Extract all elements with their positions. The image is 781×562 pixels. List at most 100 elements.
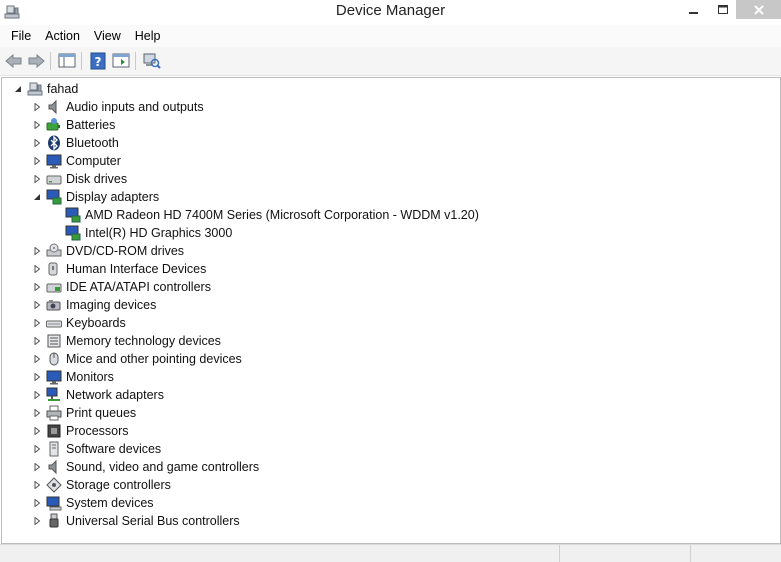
status-bar	[0, 544, 781, 562]
status-pane	[559, 545, 691, 562]
help-button[interactable]: ?	[88, 51, 108, 71]
tree-item-label: Computer	[66, 154, 121, 168]
svg-text:?: ?	[95, 55, 102, 69]
tree-item-processors[interactable]: Processors	[31, 422, 129, 440]
tree-item-label: Monitors	[66, 370, 114, 384]
menu-file[interactable]: File	[0, 25, 38, 47]
close-button[interactable]	[736, 0, 781, 19]
device-tree[interactable]: fahad Audio inputs and outputs Batteries…	[1, 77, 781, 544]
expand-triangle-icon[interactable]	[31, 174, 42, 185]
expand-triangle-icon[interactable]	[31, 120, 42, 131]
expand-triangle-icon[interactable]	[31, 282, 42, 293]
tree-item-batteries[interactable]: Batteries	[31, 116, 115, 134]
expand-triangle-icon[interactable]	[31, 300, 42, 311]
window-title: Device Manager	[335, 2, 446, 19]
tree-root-label: fahad	[47, 82, 79, 96]
toolbar-separator	[135, 52, 136, 70]
expand-triangle-icon[interactable]	[31, 354, 42, 365]
storage-controller-icon	[46, 477, 62, 493]
tree-item-label: Intel(R) HD Graphics 3000	[85, 226, 233, 240]
status-pane	[690, 545, 781, 562]
help-icon: ?	[90, 52, 106, 70]
scan-hardware-changes-button[interactable]	[142, 51, 162, 71]
tree-item-memory-technology-devices[interactable]: Memory technology devices	[31, 332, 221, 350]
tree-item-system-devices[interactable]: System devices	[31, 494, 154, 512]
back-arrow-icon	[5, 53, 22, 69]
expand-triangle-icon[interactable]	[31, 480, 42, 491]
tree-item-monitors[interactable]: Monitors	[31, 368, 114, 386]
expand-triangle-icon[interactable]	[31, 336, 42, 347]
expand-triangle-icon[interactable]	[31, 426, 42, 437]
hid-icon	[46, 261, 62, 277]
speaker-icon	[46, 459, 62, 475]
tree-item-label: Network adapters	[66, 388, 164, 402]
show-hide-console-tree-button[interactable]	[57, 51, 77, 71]
action-pane-icon	[112, 53, 130, 68]
expand-triangle-icon[interactable]	[31, 462, 42, 473]
disk-drive-icon	[46, 171, 62, 187]
show-hide-action-pane-button[interactable]	[111, 51, 131, 71]
menu-help[interactable]: Help	[128, 25, 168, 47]
expand-triangle-icon[interactable]	[31, 408, 42, 419]
tree-item-label: Human Interface Devices	[66, 262, 207, 276]
tree-item-mice-and-pointing-devices[interactable]: Mice and other pointing devices	[31, 350, 242, 368]
collapse-triangle-icon[interactable]	[31, 192, 42, 203]
expand-triangle-icon[interactable]	[31, 516, 42, 527]
tree-item-amd-radeon-hd-7400m[interactable]: AMD Radeon HD 7400M Series (Microsoft Co…	[65, 206, 479, 224]
tree-item-label: Storage controllers	[66, 478, 171, 492]
forward-button[interactable]	[26, 51, 46, 71]
back-button[interactable]	[4, 51, 24, 71]
tree-item-print-queues[interactable]: Print queues	[31, 404, 136, 422]
display-adapter-icon	[65, 225, 81, 241]
expand-triangle-icon[interactable]	[31, 372, 42, 383]
tree-item-label: Sound, video and game controllers	[66, 460, 260, 474]
tree-item-sound-video-game-controllers[interactable]: Sound, video and game controllers	[31, 458, 259, 476]
tree-item-label: Keyboards	[66, 316, 126, 330]
tree-item-ide-ata-atapi-controllers[interactable]: IDE ATA/ATAPI controllers	[31, 278, 211, 296]
expand-triangle-icon[interactable]	[31, 444, 42, 455]
tree-item-human-interface-devices[interactable]: Human Interface Devices	[31, 260, 206, 278]
tree-root-computer[interactable]: fahad	[12, 80, 78, 98]
bluetooth-icon	[46, 135, 62, 151]
tree-item-intel-hd-graphics-3000[interactable]: Intel(R) HD Graphics 3000	[65, 224, 232, 242]
expand-triangle-icon[interactable]	[31, 102, 42, 113]
expand-triangle-icon[interactable]	[31, 264, 42, 275]
tree-item-computer[interactable]: Computer	[31, 152, 121, 170]
expand-triangle-icon[interactable]	[31, 498, 42, 509]
tree-item-label: Batteries	[66, 118, 116, 132]
mouse-icon	[46, 351, 62, 367]
tree-item-audio-inputs-and-outputs[interactable]: Audio inputs and outputs	[31, 98, 204, 116]
tree-item-label: Universal Serial Bus controllers	[66, 514, 240, 528]
tree-item-keyboards[interactable]: Keyboards	[31, 314, 126, 332]
minimize-icon	[689, 12, 698, 14]
tree-item-imaging-devices[interactable]: Imaging devices	[31, 296, 156, 314]
tree-item-bluetooth[interactable]: Bluetooth	[31, 134, 119, 152]
tree-item-disk-drives[interactable]: Disk drives	[31, 170, 127, 188]
tree-item-display-adapters[interactable]: Display adapters	[31, 188, 159, 206]
tree-item-usb-controllers[interactable]: Universal Serial Bus controllers	[31, 512, 240, 530]
tree-item-label: System devices	[66, 496, 154, 510]
expand-triangle-icon[interactable]	[31, 246, 42, 257]
menu-action[interactable]: Action	[38, 25, 87, 47]
maximize-icon	[718, 5, 728, 14]
expand-triangle-icon[interactable]	[31, 390, 42, 401]
tree-item-label: Display adapters	[66, 190, 160, 204]
tree-item-storage-controllers[interactable]: Storage controllers	[31, 476, 171, 494]
tree-item-dvd-cd-rom-drives[interactable]: DVD/CD-ROM drives	[31, 242, 184, 260]
camera-icon	[46, 297, 62, 313]
expand-triangle-icon[interactable]	[31, 156, 42, 167]
tree-item-label: Print queues	[66, 406, 137, 420]
optical-drive-icon	[46, 243, 62, 259]
expand-triangle-icon[interactable]	[31, 138, 42, 149]
toolbar-separator	[50, 52, 51, 70]
tree-item-label: Imaging devices	[66, 298, 157, 312]
printer-icon	[46, 405, 62, 421]
collapse-triangle-icon[interactable]	[12, 84, 23, 95]
display-adapter-icon	[65, 207, 81, 223]
title-bar: Device Manager	[0, 0, 781, 25]
tree-item-software-devices[interactable]: Software devices	[31, 440, 161, 458]
tree-item-label: Disk drives	[66, 172, 128, 186]
tree-item-network-adapters[interactable]: Network adapters	[31, 386, 164, 404]
expand-triangle-icon[interactable]	[31, 318, 42, 329]
menu-view[interactable]: View	[87, 25, 128, 47]
